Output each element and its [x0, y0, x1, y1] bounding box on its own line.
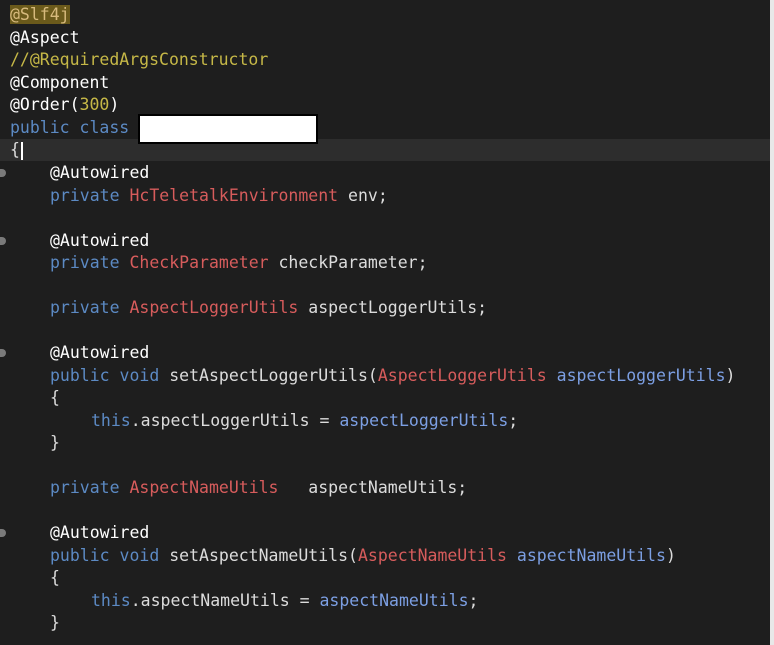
parameter-name: aspectNameUtils	[319, 591, 469, 610]
semicolon: ;	[468, 591, 479, 610]
brace-close: }	[50, 613, 60, 632]
paren-close: )	[665, 546, 676, 565]
code-line: public void setAspectNameUtils(AspectNam…	[0, 545, 770, 567]
code-line: @Autowired	[0, 162, 770, 184]
type-name: CheckParameter	[129, 253, 269, 272]
code-line: @Autowired	[0, 342, 770, 364]
code-line: private AspectNameUtils aspectNameUtils;	[0, 477, 770, 499]
code-line: }	[0, 612, 770, 634]
code-line: //@RequiredArgsConstructor	[0, 49, 770, 71]
code-line: }	[0, 432, 770, 454]
code-line: {	[0, 387, 770, 409]
keyword: public void	[50, 546, 160, 565]
annotation-order: @Order(	[10, 95, 80, 114]
semicolon: ;	[508, 411, 519, 430]
keyword: public void	[50, 366, 160, 385]
parameter-name: aspectNameUtils	[506, 546, 666, 565]
assignment-target: .aspectNameUtils =	[130, 591, 320, 610]
class-declaration-keyword: public class	[10, 118, 130, 137]
code-line: @Aspect	[0, 27, 770, 49]
annotation-slf4j: @Slf4j	[10, 5, 70, 24]
keyword: private	[50, 298, 120, 317]
annotation-autowired: @Autowired	[50, 231, 150, 250]
paren-close: )	[109, 95, 120, 114]
keyword: private	[50, 186, 120, 205]
annotation-autowired: @Autowired	[50, 523, 150, 542]
annotation-autowired: @Autowired	[50, 163, 150, 182]
brace-open: {	[10, 140, 20, 159]
comment-text: //@RequiredArgsConstructor	[10, 50, 269, 69]
code-line: this.aspectNameUtils = aspectNameUtils;	[0, 590, 770, 612]
type-name: HcTeletalkEnvironment	[129, 186, 339, 205]
annotation-autowired: @Autowired	[50, 343, 150, 362]
keyword: private	[50, 253, 120, 272]
type-name: AspectLoggerUtils	[377, 366, 547, 385]
keyword-this: this	[91, 411, 131, 430]
fold-marker-icon[interactable]	[0, 349, 6, 357]
fold-marker-icon[interactable]	[0, 237, 6, 245]
field-name: aspectNameUtils;	[278, 478, 468, 497]
code-line: {	[0, 567, 770, 589]
code-line: private CheckParameter checkParameter;	[0, 252, 770, 274]
code-line: @Autowired	[0, 230, 770, 252]
code-editor[interactable]: @Slf4j @Aspect //@RequiredArgsConstructo…	[0, 0, 770, 645]
type-name: AspectNameUtils	[129, 478, 279, 497]
paren-close: )	[725, 366, 736, 385]
field-name: aspectLoggerUtils;	[298, 298, 488, 317]
assignment-target: .aspectLoggerUtils =	[130, 411, 340, 430]
keyword: private	[50, 478, 120, 497]
vertical-scrollbar[interactable]	[770, 0, 774, 645]
field-name: checkParameter;	[268, 253, 428, 272]
code-line: public class	[0, 117, 770, 139]
brace-open: {	[50, 388, 60, 407]
keyword-this: this	[91, 591, 131, 610]
parameter-name: aspectLoggerUtils	[339, 411, 509, 430]
field-name: env;	[338, 186, 388, 205]
type-name: AspectNameUtils	[357, 546, 507, 565]
code-line: @Component	[0, 72, 770, 94]
code-line: this.aspectLoggerUtils = aspectLoggerUti…	[0, 410, 770, 432]
code-line: @Order(300)	[0, 94, 770, 116]
code-line: private HcTeletalkEnvironment env;	[0, 185, 770, 207]
type-name: AspectLoggerUtils	[129, 298, 299, 317]
brace-close: }	[50, 433, 60, 452]
code-line: private AspectLoggerUtils aspectLoggerUt…	[0, 297, 770, 319]
order-value: 300	[79, 95, 110, 114]
brace-open: {	[50, 568, 60, 587]
redacted-class-name	[138, 114, 318, 144]
parameter-name: aspectLoggerUtils	[546, 366, 726, 385]
code-line: @Slf4j	[0, 4, 770, 26]
method-name: setAspectLoggerUtils(	[159, 366, 378, 385]
text-cursor	[20, 141, 23, 160]
annotation-aspect: @Aspect	[10, 28, 80, 47]
code-line: @Autowired	[0, 522, 770, 544]
current-line[interactable]: {	[0, 139, 770, 161]
code-line: public void setAspectLoggerUtils(AspectL…	[0, 365, 770, 387]
annotation-component: @Component	[10, 73, 110, 92]
fold-marker-icon[interactable]	[0, 169, 6, 177]
method-name: setAspectNameUtils(	[159, 546, 358, 565]
fold-marker-icon[interactable]	[0, 529, 6, 537]
